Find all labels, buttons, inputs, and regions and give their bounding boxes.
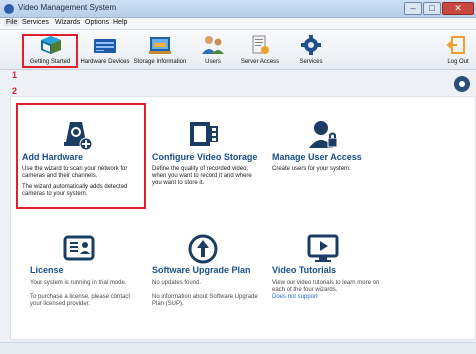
annotation-1: 1	[12, 70, 18, 80]
tutorials-link[interactable]: Does not support	[272, 294, 382, 301]
toolbar-label: Hardware Devices	[80, 59, 130, 65]
toolbar-users[interactable]: Users	[198, 32, 228, 68]
toolbar-server-access[interactable]: Server Access	[240, 32, 280, 68]
gear-badge-icon	[454, 76, 470, 92]
toolbar-services[interactable]: Services	[294, 32, 328, 68]
title-bar: Video Management System – □ ✕	[0, 0, 476, 18]
menu-help[interactable]: Help	[113, 19, 127, 26]
menu-wizards[interactable]: Wizards	[55, 19, 80, 26]
toolbar-log-out[interactable]: Log Out	[444, 32, 472, 68]
license-card-icon[interactable]	[62, 232, 96, 266]
gear-icon	[301, 35, 321, 55]
configure-storage-desc: Define the quality of recorded video, wh…	[152, 166, 252, 186]
camera-add-icon[interactable]	[60, 118, 94, 152]
selected-toolbar-highlight	[22, 34, 78, 68]
add-hardware-desc-1: Use the wizard to scan your network for …	[22, 166, 128, 179]
license-title[interactable]: License	[30, 265, 64, 275]
configure-storage-title[interactable]: Configure Video Storage	[152, 152, 257, 162]
app-icon	[4, 4, 14, 14]
close-button[interactable]: ✕	[442, 2, 474, 15]
menu-options[interactable]: Options	[85, 19, 109, 26]
toolbar-label: Server Access	[240, 59, 280, 65]
toolbar-label: Storage Information	[133, 59, 187, 65]
manage-users-title[interactable]: Manage User Access	[272, 152, 362, 162]
menu-bar: File Services Wizards Options Help	[0, 18, 476, 30]
users-icon	[202, 36, 224, 54]
upgrade-title[interactable]: Software Upgrade Plan	[152, 265, 251, 275]
toolbar-label: Users	[205, 59, 221, 65]
app-window: Video Management System – □ ✕ File Servi…	[0, 0, 476, 354]
video-tutorial-icon[interactable]	[306, 232, 340, 266]
maximize-button[interactable]: □	[423, 2, 441, 15]
upgrade-status: No updates found.	[152, 280, 202, 286]
upgrade-info: No information about Software Upgrade Pl…	[152, 294, 258, 307]
license-contact: To purchase a license, please contact yo…	[30, 294, 131, 307]
server-access-icon	[252, 35, 269, 54]
minimize-button[interactable]: –	[404, 2, 422, 15]
annotation-2: 2	[12, 86, 18, 96]
film-storage-icon[interactable]	[186, 118, 220, 152]
logout-icon	[446, 36, 465, 54]
add-hardware-desc-2: The wizard automatically adds detected c…	[22, 184, 128, 197]
toolbar-label: Log Out	[447, 59, 469, 65]
menu-file[interactable]: File	[4, 19, 20, 26]
toolbar-label: Services	[299, 59, 323, 65]
manage-users-desc: Create users for your system.	[272, 166, 351, 172]
license-status: Your system is running in trial mode.	[30, 280, 127, 286]
upgrade-arrow-icon[interactable]	[186, 232, 220, 266]
user-lock-icon[interactable]	[306, 118, 340, 152]
toolbar-storage-information[interactable]: Storage Information	[132, 32, 188, 68]
server-icon	[94, 39, 116, 53]
window-title: Video Management System	[18, 3, 117, 12]
menu-services[interactable]: Services	[22, 19, 49, 26]
status-bar	[0, 342, 476, 354]
tutorials-title[interactable]: Video Tutorials	[272, 265, 336, 275]
storage-icon	[149, 37, 171, 54]
tutorials-desc: View our video tutorials to learn more o…	[272, 280, 380, 293]
toolbar-hardware-devices[interactable]: Hardware Devices	[80, 32, 130, 68]
add-hardware-title[interactable]: Add Hardware	[22, 152, 83, 162]
